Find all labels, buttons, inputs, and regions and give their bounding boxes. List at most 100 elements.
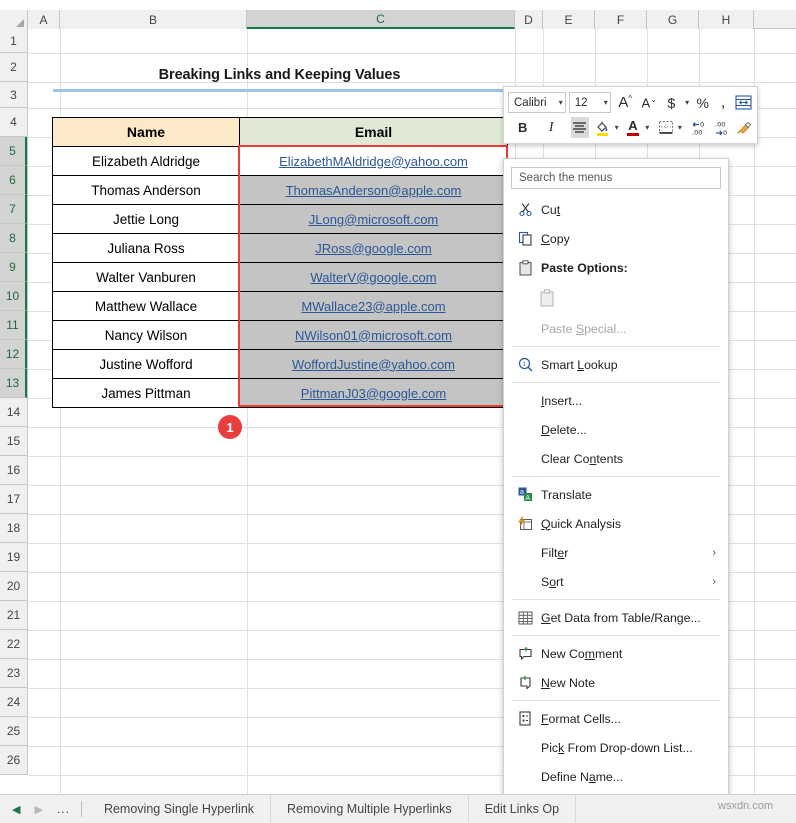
row-header-19[interactable]: 19 <box>0 543 27 572</box>
row-header-7[interactable]: 7 <box>0 195 27 224</box>
row-header-15[interactable]: 15 <box>0 427 27 456</box>
row-header-3[interactable]: 3 <box>0 82 27 108</box>
select-all-corner[interactable] <box>0 10 28 29</box>
row-header-22[interactable]: 22 <box>0 630 27 659</box>
cell-email-hyperlink[interactable]: MWallace23@apple.com <box>239 291 508 321</box>
row-header-25[interactable]: 25 <box>0 717 27 746</box>
cell-email-hyperlink[interactable]: JLong@microsoft.com <box>239 204 508 234</box>
cell-email-hyperlink[interactable]: ElizabethMAldridge@yahoo.com <box>239 146 508 176</box>
accounting-format-button[interactable]: $ <box>662 92 681 113</box>
row-header-18[interactable]: 18 <box>0 514 27 543</box>
row-header-11[interactable]: 11 <box>0 311 27 340</box>
cell-name[interactable]: Nancy Wilson <box>52 320 240 350</box>
font-name-combo[interactable]: Calibri ▾ <box>508 92 566 113</box>
menu-item-delete[interactable]: Delete... <box>504 415 728 444</box>
context-menu[interactable]: Search the menus Cut Copy Paste Options: Pa… <box>503 158 729 823</box>
increase-decimal-button[interactable]: .00 0 <box>713 117 735 138</box>
borders-button[interactable] <box>657 117 675 138</box>
row-header-1[interactable]: 1 <box>0 29 27 53</box>
column-header-b[interactable]: B <box>60 10 247 29</box>
cell-name[interactable]: Jettie Long <box>52 204 240 234</box>
menu-item-format-cells[interactable]: Format Cells... <box>504 704 728 733</box>
sheet-overflow-dots[interactable]: ... <box>57 802 70 816</box>
wrap-text-button[interactable] <box>734 92 753 113</box>
fill-color-button[interactable] <box>594 117 612 138</box>
cell-name[interactable]: Justine Wofford <box>52 349 240 379</box>
row-header-10[interactable]: 10 <box>0 282 27 311</box>
column-header-e[interactable]: E <box>543 10 595 29</box>
row-header-12[interactable]: 12 <box>0 340 27 369</box>
menu-item-cut[interactable]: Cut <box>504 195 728 224</box>
cell-name[interactable]: Juliana Ross <box>52 233 240 263</box>
sheet-tab-removing-multiple-hyperlinks[interactable]: Removing Multiple Hyperlinks <box>271 794 469 823</box>
borders-chevron-icon[interactable]: ▾ <box>675 117 684 138</box>
row-header-13[interactable]: 13 <box>0 369 27 398</box>
menu-item-smart-lookup[interactable]: i Smart Lookup <box>504 350 728 379</box>
font-size-combo[interactable]: 12 ▾ <box>568 92 611 113</box>
decrease-font-size-button[interactable]: A⌄ <box>638 92 661 113</box>
menu-item-pick-from-drop-down-list[interactable]: Pick From Drop-down List... <box>504 733 728 762</box>
cell-email-hyperlink[interactable]: WoffordJustine@yahoo.com <box>239 349 508 379</box>
cell-name[interactable]: Elizabeth Aldridge <box>52 146 240 176</box>
cell-name[interactable]: Walter Vanburen <box>52 262 240 292</box>
paste-options-gallery[interactable] <box>504 282 728 314</box>
menu-item-translate[interactable]: a A Translate <box>504 480 728 509</box>
row-header-4[interactable]: 4 <box>0 108 27 137</box>
mini-toolbar[interactable]: Calibri ▾ 12 ▾ A^ A⌄ $ ▾ % , B I ▾ A ▾ ▾… <box>503 86 758 144</box>
column-header-c[interactable]: C <box>247 10 515 29</box>
font-color-button[interactable]: A <box>624 117 642 138</box>
accounting-format-chevron-icon[interactable]: ▾ <box>682 92 692 113</box>
menu-item-new-note[interactable]: New Note <box>504 668 728 697</box>
row-header-23[interactable]: 23 <box>0 659 27 688</box>
row-header-26[interactable]: 26 <box>0 746 27 775</box>
menu-item-insert[interactable]: Insert... <box>504 386 728 415</box>
menu-item-new-comment[interactable]: New Comment <box>504 639 728 668</box>
cell-name[interactable]: Thomas Anderson <box>52 175 240 205</box>
bold-button[interactable]: B <box>514 117 532 138</box>
row-header-5[interactable]: 5 <box>0 137 27 166</box>
cell-email-hyperlink[interactable]: PittmanJ03@google.com <box>239 378 508 408</box>
row-header-14[interactable]: 14 <box>0 398 27 427</box>
decrease-decimal-button[interactable]: 0 .00 <box>690 117 712 138</box>
font-color-chevron-icon[interactable]: ▾ <box>643 117 652 138</box>
row-header-6[interactable]: 6 <box>0 166 27 195</box>
row-header-9[interactable]: 9 <box>0 253 27 282</box>
column-header-a[interactable]: A <box>28 10 60 29</box>
comma-style-button[interactable]: , <box>713 92 732 113</box>
column-header-g[interactable]: G <box>647 10 699 29</box>
cell-email-hyperlink[interactable]: JRoss@google.com <box>239 233 508 263</box>
cell-email-hyperlink[interactable]: NWilson01@microsoft.com <box>239 320 508 350</box>
row-header-17[interactable]: 17 <box>0 485 27 514</box>
menu-item-filter[interactable]: Filter › <box>504 538 728 567</box>
align-center-button[interactable] <box>571 117 589 138</box>
cell-name[interactable]: Matthew Wallace <box>52 291 240 321</box>
row-header-2[interactable]: 2 <box>0 53 27 82</box>
row-header-21[interactable]: 21 <box>0 601 27 630</box>
row-header-24[interactable]: 24 <box>0 688 27 717</box>
column-header-d[interactable]: D <box>515 10 543 29</box>
cell-email-hyperlink[interactable]: WalterV@google.com <box>239 262 508 292</box>
column-header-h[interactable]: H <box>699 10 754 29</box>
cell-name[interactable]: James Pittman <box>52 378 240 408</box>
italic-button[interactable]: I <box>543 117 561 138</box>
row-header-8[interactable]: 8 <box>0 224 27 253</box>
menu-item-quick-analysis[interactable]: Quick Analysis <box>504 509 728 538</box>
increase-font-size-button[interactable]: A^ <box>614 92 637 113</box>
column-header-f[interactable]: F <box>595 10 647 29</box>
menu-item-copy[interactable]: Copy <box>504 224 728 253</box>
format-painter-button[interactable] <box>736 117 754 138</box>
row-header-20[interactable]: 20 <box>0 572 27 601</box>
menu-item-get-data-from-table-range[interactable]: Get Data from Table/Range... <box>504 603 728 632</box>
sheet-tab-edit-links-op[interactable]: Edit Links Op <box>469 794 577 823</box>
row-header-16[interactable]: 16 <box>0 456 27 485</box>
menu-item-clear-contents[interactable]: Clear Contents <box>504 444 728 473</box>
search-menus-input[interactable]: Search the menus <box>511 167 721 189</box>
fill-color-chevron-icon[interactable]: ▾ <box>612 117 621 138</box>
menu-item-define-name[interactable]: Define Name... <box>504 762 728 791</box>
sheet-tab-removing-single-hyperlink[interactable]: Removing Single Hyperlink <box>88 794 272 823</box>
cell-email-hyperlink[interactable]: ThomasAnderson@apple.com <box>239 175 508 205</box>
previous-sheet-arrow-icon[interactable]: ◀ <box>12 803 20 816</box>
percent-style-button[interactable]: % <box>693 92 712 113</box>
menu-item-sort[interactable]: Sort › <box>504 567 728 596</box>
next-sheet-arrow-icon[interactable]: ▶ <box>34 803 42 816</box>
